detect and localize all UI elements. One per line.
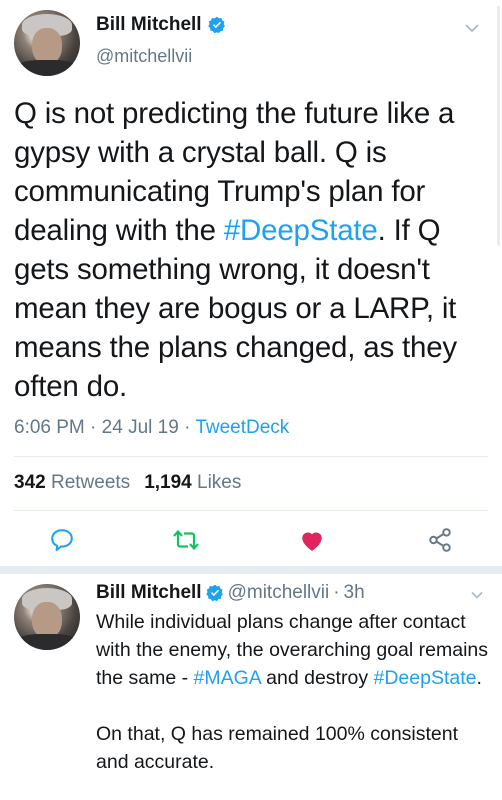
- action-bar: [0, 524, 502, 560]
- reply-author-name[interactable]: Bill Mitchell: [96, 582, 202, 604]
- divider: [14, 510, 488, 511]
- reply-text: While individual plans change after cont…: [96, 611, 489, 773]
- reply-button[interactable]: [46, 524, 78, 556]
- heart-icon: [302, 532, 322, 551]
- scrollbar-thumb[interactable]: [497, 6, 500, 246]
- tweet-meta: 6:06 PM · 24 Jul 19 · TweetDeck: [14, 417, 290, 438]
- retweet-button[interactable]: [170, 524, 202, 556]
- tweet-text: Q is not predicting the future like a gy…: [14, 97, 457, 403]
- retweets-stat[interactable]: 342 Retweets: [14, 472, 130, 494]
- share-icon: [429, 528, 451, 552]
- author-handle[interactable]: @mitchellvii: [96, 46, 192, 67]
- tweet-date: 24 Jul 19: [101, 417, 179, 438]
- reply-timestamp[interactable]: 3h: [344, 582, 365, 604]
- scrollbar[interactable]: [494, 0, 502, 260]
- divider: [14, 456, 488, 457]
- chevron-down-icon[interactable]: [464, 22, 480, 34]
- chevron-down-icon[interactable]: [470, 590, 484, 600]
- share-button[interactable]: [424, 524, 456, 556]
- section-divider: [0, 566, 502, 574]
- reply-header: Bill Mitchell @mitchellvii · 3h: [96, 582, 365, 604]
- avatar[interactable]: [14, 584, 80, 650]
- hashtag-link[interactable]: #MAGA: [194, 667, 261, 689]
- avatar[interactable]: [14, 10, 80, 76]
- reply-icon: [51, 529, 73, 552]
- verified-badge-icon: [207, 16, 225, 34]
- retweet-icon: [173, 529, 199, 551]
- tweet-stats: 342 Retweets 1,194 Likes: [14, 472, 241, 494]
- verified-badge-icon: [205, 584, 223, 602]
- tweet-time: 6:06 PM: [14, 417, 85, 438]
- hashtag-link[interactable]: #DeepState: [373, 667, 476, 689]
- likes-stat[interactable]: 1,194 Likes: [144, 472, 241, 494]
- tweet-source-link[interactable]: TweetDeck: [195, 417, 289, 438]
- like-button[interactable]: [296, 524, 328, 556]
- reply-author-handle[interactable]: @mitchellvii: [228, 582, 330, 604]
- author-name[interactable]: Bill Mitchell: [96, 14, 202, 36]
- author-row: Bill Mitchell: [96, 14, 226, 36]
- hashtag-link[interactable]: #DeepState: [224, 214, 378, 247]
